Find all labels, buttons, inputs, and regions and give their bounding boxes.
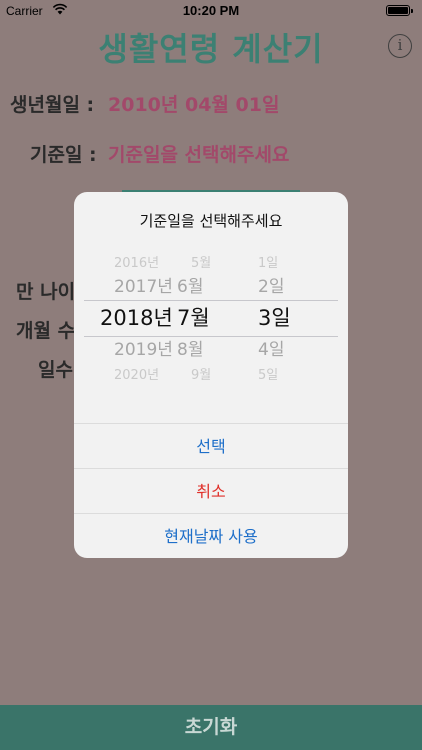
picker-year: 2018년 [100, 306, 173, 330]
date-picker[interactable]: 2016년 5월 1일 2017년 6월 2일 2018년 7월 3일 2019년 8월 4일 2020… [74, 250, 348, 420]
reset-button[interactable]: 초기화 [0, 705, 422, 750]
picker-year: 2017년 [114, 277, 173, 297]
birth-value[interactable]: 2010년 04월 01일 [108, 90, 279, 117]
picker-month: 6월 [177, 277, 204, 297]
dialog-title: 기준일을 선택해주세요 [139, 212, 283, 230]
info-icon: i [397, 36, 403, 54]
date-picker-dialog: 기준일을 선택해주세요 2016년 5월 1일 2017년 6월 2일 2018년 7월 3일 2… [74, 192, 348, 558]
clock: 10:20 PM [182, 3, 240, 18]
days-label: 일수 [38, 359, 73, 381]
picker-row-selected[interactable]: 2018년 7월 3일 [74, 303, 348, 333]
picker-row[interactable]: 2017년 6월 2일 [74, 272, 348, 302]
picker-year: 2020년 [114, 368, 160, 383]
months-label: 개월 수 [16, 320, 76, 342]
status-bar: Carrier 10:20 PM [0, 0, 422, 22]
cancel-button[interactable]: 취소 [74, 468, 348, 513]
birth-label: 생년월일 : [10, 94, 95, 116]
picker-month: 9월 [191, 368, 212, 383]
info-button[interactable]: i [388, 34, 412, 58]
picker-day: 5일 [258, 368, 279, 383]
reference-label: 기준일 : [30, 144, 97, 166]
picker-month: 7월 [177, 306, 210, 330]
select-button[interactable]: 선택 [74, 423, 348, 468]
battery-icon [386, 5, 413, 16]
use-today-button[interactable]: 현재날짜 사용 [74, 513, 348, 558]
picker-day: 2일 [258, 277, 285, 297]
picker-row[interactable]: 2020년 9월 5일 [74, 361, 348, 391]
age-label: 만 나이 [16, 281, 76, 303]
app-title: 생활연령 계산기 [98, 30, 324, 68]
picker-day: 3일 [258, 306, 291, 330]
reference-value[interactable]: 기준일을 선택해주세요 [108, 140, 289, 167]
